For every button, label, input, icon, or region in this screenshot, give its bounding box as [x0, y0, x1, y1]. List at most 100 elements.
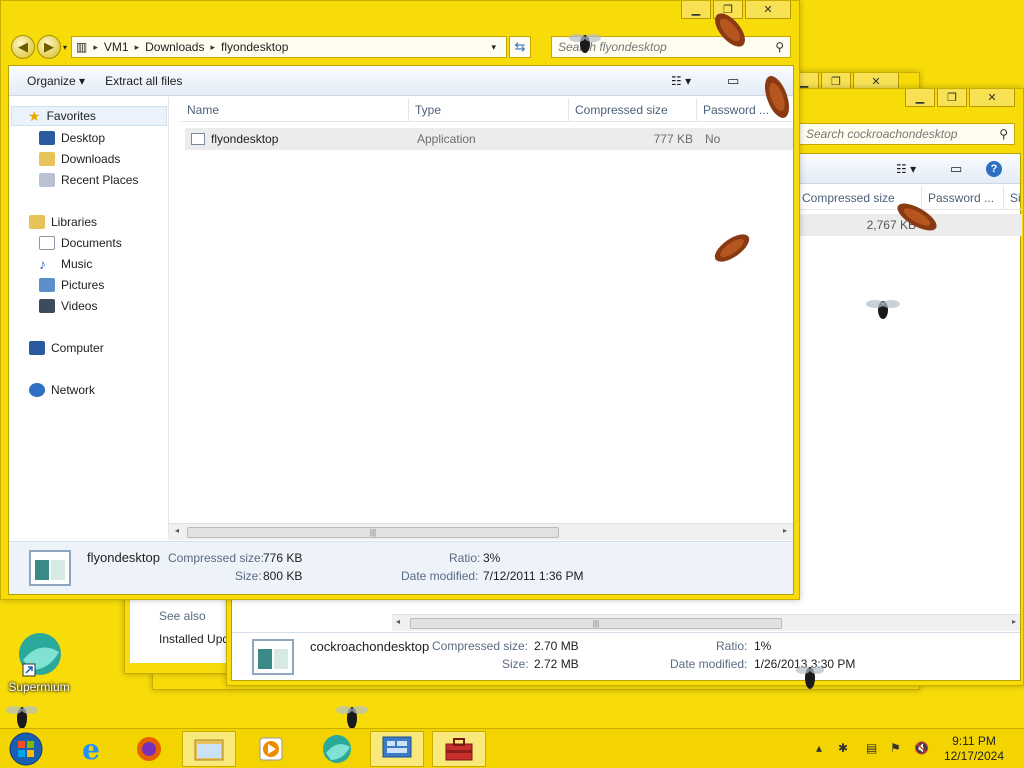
details-pane: cockroachondesktop Compressed size: 2.70… [232, 632, 1020, 680]
back-button[interactable]: ◀ [11, 35, 35, 59]
breadcrumb-flyondesktop[interactable]: flyondesktop [221, 40, 288, 54]
start-button[interactable] [0, 731, 52, 767]
preview-pane-icon[interactable]: ▭ [950, 161, 962, 177]
file-compressed-size: 777 KB [653, 132, 693, 146]
column-headers: Name Type Compressed size Password ... [181, 98, 793, 122]
details-date-modified: 7/12/2011 1:36 PM [483, 569, 584, 583]
recent-places-icon [39, 173, 55, 187]
archive-file-icon [29, 550, 71, 586]
maximize-button[interactable]: ❐ [937, 89, 967, 107]
supermium-icon [323, 735, 351, 763]
close-button[interactable]: ✕ [969, 89, 1015, 107]
scroll-right-arrow[interactable]: ▸ [1012, 617, 1016, 626]
details-compressed-size: 2.70 MB [534, 639, 579, 653]
network-tray-icon[interactable]: ▤ [866, 741, 877, 755]
taskbar-firefox[interactable] [122, 731, 176, 767]
fly-icon [796, 666, 824, 689]
firefox-icon [137, 737, 161, 761]
refresh-button[interactable]: ⇆ [509, 36, 532, 58]
cockroach-icon [897, 203, 937, 231]
fly-tray-icon: ✱ [838, 741, 849, 755]
flyondesktop-explorer-window[interactable]: ▁ ❐ ✕ ◀ ▶ ▾ ▥ ▸ VM1 ▸ Downloads ▸ flyond… [0, 0, 800, 600]
network-icon [29, 383, 45, 397]
breadcrumb-vm1[interactable]: VM1 [104, 40, 129, 54]
horizontal-scrollbar[interactable]: ◂ ||| ▸ [392, 614, 1020, 631]
taskbar-supermium[interactable] [310, 731, 364, 767]
fly-icon [866, 300, 900, 319]
system-clock[interactable]: 9:11 PM 12/17/2024 [944, 734, 1004, 764]
scroll-left-arrow[interactable]: ◂ [175, 526, 179, 535]
column-compressed-size[interactable]: Compressed size [569, 98, 697, 121]
details-pane: flyondesktop Compressed size: 776 KB Siz… [9, 541, 793, 594]
application-icon [191, 133, 205, 145]
details-compressed-size: 776 KB [263, 551, 303, 565]
nav-pictures[interactable]: Pictures [39, 278, 104, 292]
nav-favorites[interactable]: ★ Favorites [11, 106, 167, 126]
pictures-icon [39, 278, 55, 292]
desktop-icon [39, 131, 55, 145]
taskbar-toolbox[interactable] [432, 731, 486, 767]
nav-downloads[interactable]: Downloads [39, 152, 120, 166]
search-icon[interactable]: ⚲ [775, 40, 784, 54]
taskbar-media-player[interactable] [244, 731, 298, 767]
address-bar[interactable]: ▥ ▸ VM1 ▸ Downloads ▸ flyondesktop ▾ [71, 36, 508, 58]
column-size[interactable]: Si [1004, 186, 1022, 209]
windows-orb-icon [9, 732, 43, 766]
taskbar-control-panel[interactable] [370, 731, 424, 767]
recent-pages-icon[interactable]: ▾ [63, 43, 67, 52]
nav-documents[interactable]: Documents [39, 236, 122, 250]
nav-libraries[interactable]: Libraries [29, 215, 97, 229]
clock-date: 12/17/2024 [943, 749, 1004, 763]
search-icon[interactable]: ⚲ [999, 127, 1008, 141]
preview-pane-icon[interactable]: ▭ [727, 73, 739, 89]
star-icon: ★ [28, 107, 41, 124]
nav-music[interactable]: ♪ Music [39, 257, 92, 271]
details-ratio: 1% [754, 639, 772, 653]
videos-icon [39, 299, 55, 313]
nav-videos[interactable]: Videos [39, 299, 97, 313]
scrollbar-thumb[interactable]: ||| [187, 527, 559, 538]
view-options-icon[interactable]: ☷ ▾ [671, 74, 691, 88]
horizontal-scrollbar[interactable]: ◂ ||| ▸ [169, 523, 793, 540]
organize-button[interactable]: Organize ▾ [17, 74, 95, 88]
nav-network[interactable]: Network [29, 383, 95, 397]
libraries-icon [29, 215, 45, 229]
help-icon[interactable]: ? [986, 160, 1002, 177]
cockroach-icon [714, 234, 750, 262]
see-also-label: See also [159, 609, 206, 623]
control-panel-icon [382, 736, 412, 758]
taskbar: e ▴ ✱ ▤ ⚑ 🔇 9:11 PM 12/17/2024 [0, 728, 1024, 768]
command-bar: Organize ▾ Extract all files ☷ ▾ ▭ [9, 66, 793, 96]
details-size: 800 KB [263, 569, 303, 583]
downloads-folder-icon [39, 152, 55, 166]
taskbar-ie[interactable]: e [64, 731, 118, 767]
nav-desktop[interactable]: Desktop [39, 131, 105, 145]
archive-file-icon [252, 639, 294, 675]
taskbar-explorer[interactable] [182, 731, 236, 767]
minimize-button[interactable]: ▁ [905, 89, 935, 107]
breadcrumb-downloads[interactable]: Downloads [145, 40, 204, 54]
documents-icon [39, 236, 55, 250]
column-name[interactable]: Name [181, 98, 409, 121]
media-player-icon [259, 737, 283, 761]
column-type[interactable]: Type [409, 98, 569, 121]
fly-icon [569, 34, 601, 53]
forward-button[interactable]: ▶ [37, 35, 61, 59]
view-options-icon[interactable]: ☷ ▾ [896, 162, 916, 176]
extract-all-files-button[interactable]: Extract all files [95, 74, 192, 88]
installed-updates-link[interactable]: Installed Upd [159, 632, 229, 646]
scrollbar-thumb[interactable]: ||| [410, 618, 782, 629]
nav-computer[interactable]: Computer [29, 341, 104, 355]
desktop-icon-label: Supermium [8, 680, 70, 694]
action-center-flag-icon[interactable]: ⚑ [890, 741, 901, 755]
scroll-right-arrow[interactable]: ▸ [783, 526, 787, 535]
desktop-icon-supermium[interactable]: Supermium [4, 630, 74, 694]
volume-muted-icon[interactable]: 🔇 [914, 741, 929, 755]
file-row-flyondesktop[interactable]: flyondesktop Application 777 KB No [185, 128, 793, 150]
address-dropdown-icon[interactable]: ▾ [491, 42, 496, 53]
search-input[interactable]: Search cockroachondesktop ⚲ [799, 123, 1015, 145]
show-hidden-icons-icon[interactable]: ▴ [816, 741, 822, 755]
scroll-left-arrow[interactable]: ◂ [396, 617, 400, 626]
folder-icon [194, 739, 224, 761]
nav-recent-places[interactable]: Recent Places [39, 173, 138, 187]
